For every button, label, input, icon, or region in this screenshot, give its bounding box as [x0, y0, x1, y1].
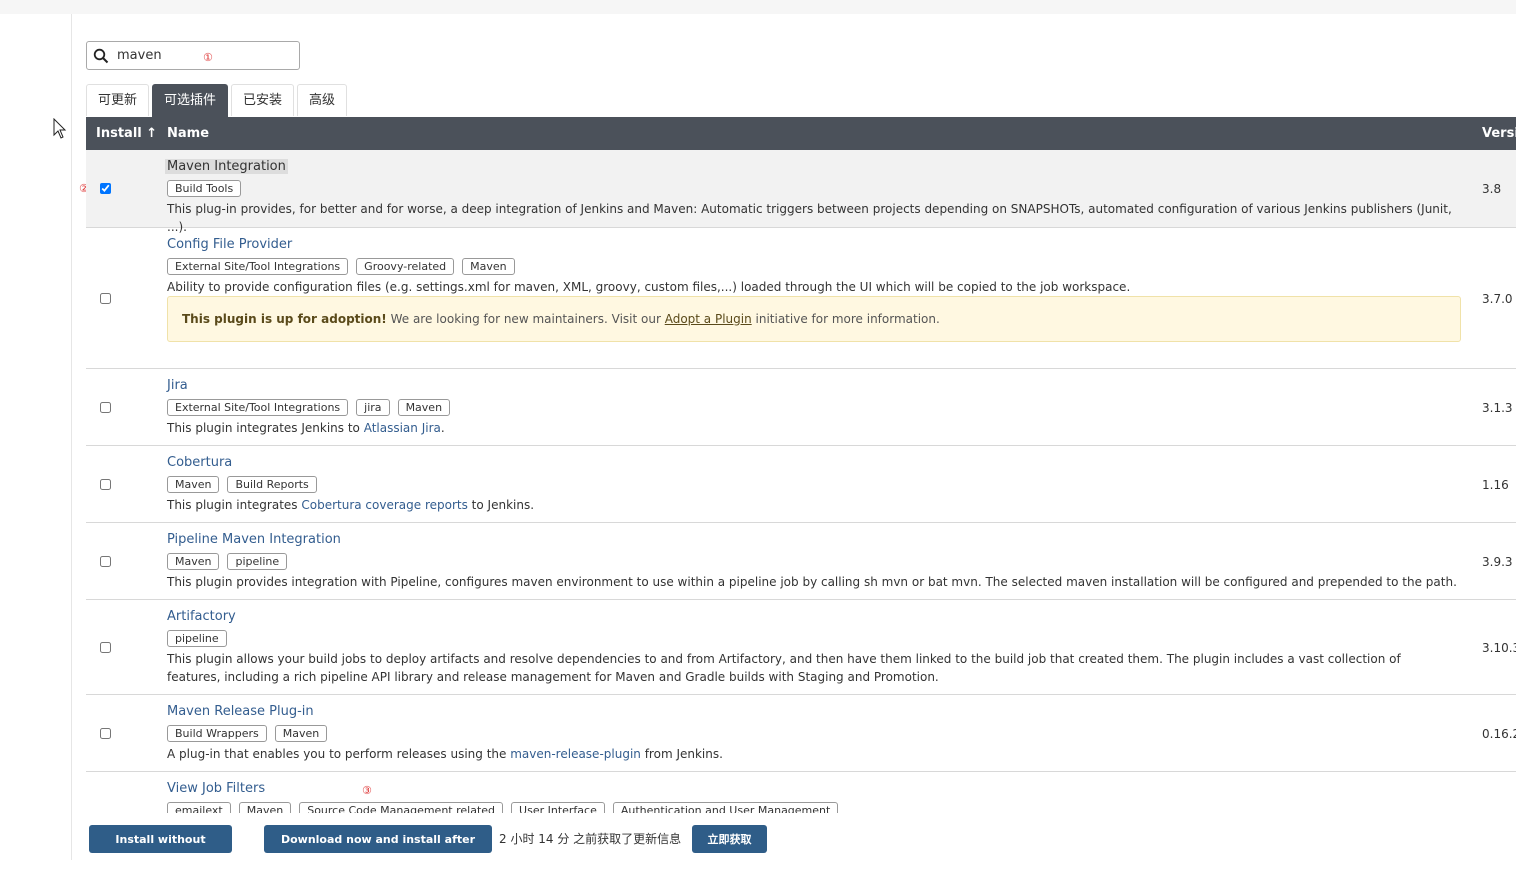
plugin-tags: Build Wrappers Maven: [167, 725, 335, 742]
plugin-tag[interactable]: Maven: [462, 258, 515, 275]
annotation-marker-1: ①: [203, 51, 213, 64]
plugin-description: This plugin provides integration with Pi…: [167, 575, 1457, 589]
plugin-tag[interactable]: Maven: [274, 725, 328, 742]
install-checkbox[interactable]: [100, 183, 111, 194]
tab-installed[interactable]: 已安装: [231, 84, 295, 116]
plugin-name[interactable]: Maven Integration: [165, 159, 288, 174]
tab-available[interactable]: 可选插件: [152, 84, 229, 117]
plugin-version: 3.8: [1482, 182, 1502, 196]
annotation-marker-3: ③: [362, 784, 372, 797]
description-link[interactable]: Atlassian Jira: [364, 421, 441, 435]
plugin-version: 0.16.2: [1482, 727, 1516, 741]
plugin-table: Install ↑ Name Versio Maven Integration …: [86, 117, 1516, 813]
plugin-tags: Build Tools: [167, 180, 249, 197]
plugin-tag[interactable]: emailext: [167, 802, 231, 813]
plugin-tags: External Site/Tool Integrations jira Mav…: [167, 399, 458, 416]
plugin-tag[interactable]: Build Reports: [227, 476, 317, 493]
plugin-tag[interactable]: pipeline: [167, 630, 227, 647]
plugin-tag[interactable]: jira: [356, 399, 390, 416]
search-icon: [93, 48, 109, 64]
table-header: Install ↑ Name Versio: [86, 117, 1516, 150]
plugin-tag[interactable]: Maven: [167, 476, 220, 493]
table-row: Artifactory pipeline This plugin allows …: [86, 600, 1516, 695]
plugin-description: This plugin allows your build jobs to de…: [167, 652, 1401, 684]
adopt-plugin-link[interactable]: Adopt a Plugin: [665, 312, 752, 326]
install-checkbox[interactable]: [100, 293, 111, 304]
install-checkbox[interactable]: [100, 556, 111, 567]
plugin-tag[interactable]: User Interface: [511, 802, 605, 813]
fetch-now-button[interactable]: 立即获取: [692, 825, 767, 853]
tab-advanced[interactable]: 高级: [297, 84, 348, 116]
column-header-version[interactable]: Versio: [1482, 126, 1516, 141]
description-text: This plugin integrates: [167, 498, 302, 512]
plugin-tags: Maven pipeline: [167, 553, 295, 570]
plugin-version: 3.7.0: [1482, 292, 1513, 306]
download-install-after-restart-button[interactable]: Download now and install after restart: [264, 825, 492, 874]
table-row: Cobertura Maven Build Reports This plugi…: [86, 446, 1516, 523]
column-header-install[interactable]: Install ↑: [96, 126, 157, 141]
plugin-tag[interactable]: Maven: [397, 399, 451, 416]
tab-updates[interactable]: 可更新: [86, 84, 150, 116]
description-text: This plugin integrates Jenkins to: [167, 421, 364, 435]
description-link[interactable]: maven-release-plugin: [510, 747, 641, 761]
plugin-description: This plugin integrates Jenkins to Atlass…: [167, 419, 1457, 437]
plugin-description: This plugin integrates Cobertura coverag…: [167, 496, 1457, 514]
table-row: Config File Provider External Site/Tool …: [86, 228, 1516, 369]
plugin-tags: pipeline: [167, 630, 235, 647]
plugin-tag[interactable]: pipeline: [227, 553, 288, 570]
sidebar-divider: [71, 14, 72, 860]
install-checkbox[interactable]: [100, 479, 111, 490]
plugin-name[interactable]: Artifactory: [167, 609, 236, 624]
adoption-text-end: initiative for more information.: [751, 312, 940, 326]
plugin-name[interactable]: View Job Filters: [167, 781, 265, 796]
install-without-restart-button[interactable]: Install without restart: [89, 825, 232, 874]
adoption-text: We are looking for new maintainers. Visi…: [386, 312, 665, 326]
plugin-tabs: 可更新 可选插件 已安装 高级: [86, 84, 350, 117]
column-header-name[interactable]: Name: [167, 126, 209, 141]
plugin-tag[interactable]: Maven: [238, 802, 292, 813]
plugin-tag[interactable]: Build Wrappers: [167, 725, 267, 742]
table-row: Jira External Site/Tool Integrations jir…: [86, 369, 1516, 446]
adoption-title: This plugin is up for adoption!: [182, 312, 387, 326]
plugin-tag[interactable]: Authentication and User Management: [612, 802, 839, 813]
top-bar: [0, 0, 1516, 14]
plugin-description: A plug-in that enables you to perform re…: [167, 745, 1457, 763]
table-row: Pipeline Maven Integration Maven pipelin…: [86, 523, 1516, 600]
adoption-notice: This plugin is up for adoption! We are l…: [167, 296, 1461, 342]
plugin-version: 1.16: [1482, 478, 1509, 492]
table-row: Maven Release Plug-in Build Wrappers Mav…: [86, 695, 1516, 772]
plugin-name[interactable]: Pipeline Maven Integration: [167, 532, 341, 547]
plugin-tag[interactable]: External Site/Tool Integrations: [167, 399, 349, 416]
plugin-tag[interactable]: Build Tools: [167, 180, 242, 197]
search-input[interactable]: [117, 46, 287, 65]
plugin-tags: emailext Maven Source Code Management re…: [167, 802, 846, 813]
plugin-version: 3.10.3: [1482, 641, 1516, 655]
mouse-cursor-icon: [53, 118, 67, 139]
plugin-name[interactable]: Config File Provider: [167, 237, 292, 252]
description-link[interactable]: Cobertura coverage reports: [301, 498, 468, 512]
plugin-description: Ability to provide configuration files (…: [167, 280, 1131, 294]
plugin-tag[interactable]: Source Code Management related: [299, 802, 504, 813]
description-text-end: to Jenkins.: [467, 498, 535, 512]
description-text-end: .: [440, 421, 445, 435]
install-checkbox[interactable]: [100, 402, 111, 413]
install-checkbox[interactable]: [100, 728, 111, 739]
plugin-tag[interactable]: External Site/Tool Integrations: [167, 258, 349, 275]
plugin-search-box[interactable]: [86, 41, 300, 70]
update-info-text: 2 小时 14 分 之前获取了更新信息: [499, 832, 682, 846]
table-row: Maven Integration Build Tools This plug-…: [86, 150, 1516, 234]
plugin-name[interactable]: Cobertura: [167, 455, 232, 470]
plugin-name[interactable]: Jira: [167, 378, 188, 393]
plugin-name[interactable]: Maven Release Plug-in: [167, 704, 314, 719]
plugin-version: 3.1.3: [1482, 401, 1513, 415]
description-text-end: from Jenkins.: [640, 747, 723, 761]
plugin-tag[interactable]: Groovy-related: [356, 258, 455, 275]
plugin-tags: Maven Build Reports: [167, 476, 325, 493]
plugin-tags: External Site/Tool Integrations Groovy-r…: [167, 258, 523, 275]
install-checkbox[interactable]: [100, 642, 111, 653]
plugin-version: 3.9.3: [1482, 555, 1513, 569]
description-text: A plug-in that enables you to perform re…: [167, 747, 511, 761]
plugin-tag[interactable]: Maven: [167, 553, 220, 570]
table-row: View Job Filters ③ emailext Maven Source…: [86, 772, 1516, 813]
